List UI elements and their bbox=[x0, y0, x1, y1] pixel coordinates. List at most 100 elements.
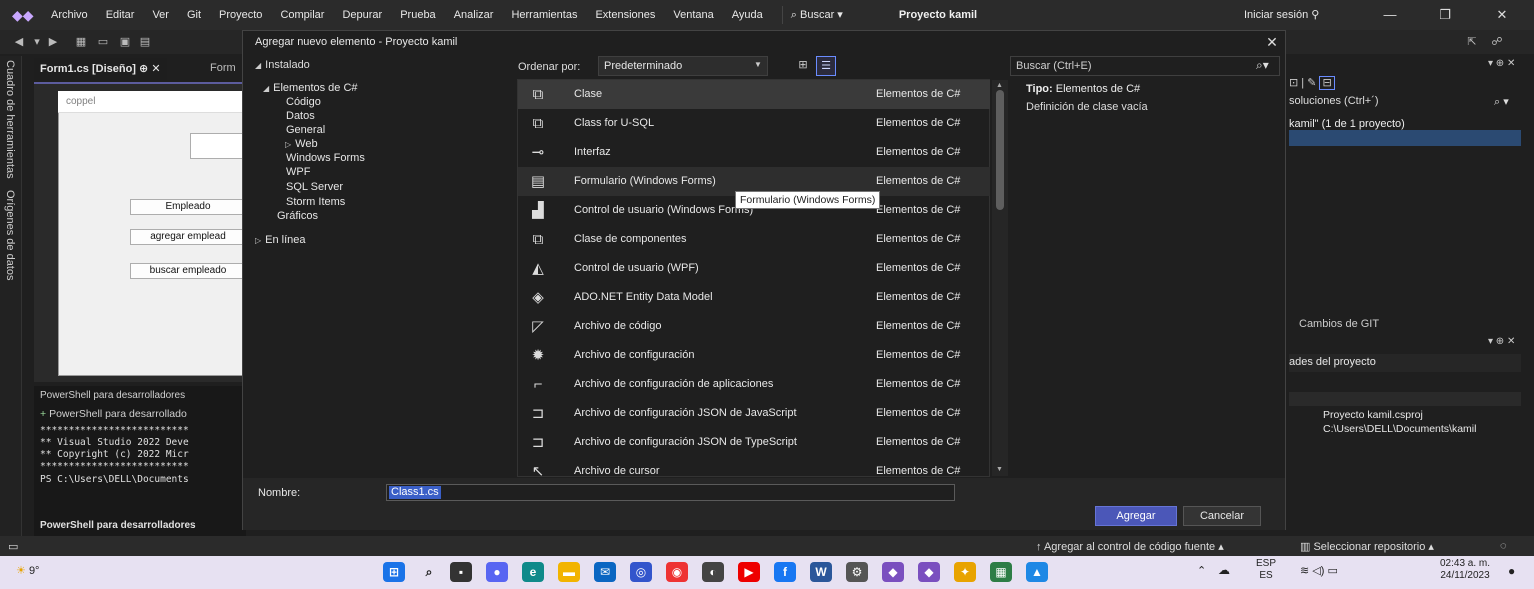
tree-item-codigo[interactable]: Código bbox=[286, 96, 321, 108]
sign-in-link[interactable]: Iniciar sesión ⚲ bbox=[1244, 0, 1319, 30]
onedrive-icon[interactable]: ☁ bbox=[1218, 564, 1230, 576]
word-icon[interactable]: W bbox=[810, 562, 832, 582]
template-row[interactable]: ◈ ADO.NET Entity Data Model Elementos de C… bbox=[518, 283, 990, 312]
notification-bell-icon[interactable]: ● bbox=[1508, 565, 1515, 577]
add-button[interactable]: Agregar bbox=[1095, 506, 1177, 526]
menu-depurar[interactable]: Depurar bbox=[333, 0, 391, 30]
wifi-icon[interactable]: ≋ ◁) ▭ bbox=[1300, 565, 1338, 577]
tree-item-web[interactable]: ▷ Web bbox=[285, 138, 318, 150]
search-icon[interactable]: ⌕ bbox=[418, 562, 440, 582]
template-row[interactable]: ✹ Archivo de configuración Elementos de C# bbox=[518, 341, 990, 370]
clock[interactable]: 02:43 a. m. 24/11/2023 bbox=[1440, 558, 1490, 582]
dialog-close-button[interactable]: ✕ bbox=[1261, 31, 1283, 53]
tab-git-changes[interactable]: Cambios de GIT bbox=[1299, 318, 1379, 330]
feedback-icon[interactable]: ☍ bbox=[1490, 35, 1504, 49]
tray-chevron-icon[interactable]: ⌃ bbox=[1197, 565, 1206, 577]
app2-icon[interactable]: ✦ bbox=[954, 562, 976, 582]
menu-analizar[interactable]: Analizar bbox=[445, 0, 503, 30]
tree-item-wpf[interactable]: WPF bbox=[286, 166, 310, 178]
select-repository-button[interactable]: ▥ Seleccionar repositorio ▴ bbox=[1300, 540, 1434, 553]
add-to-source-control-button[interactable]: ↑ Agregar al control de código fuente ▴ bbox=[1036, 540, 1224, 553]
menu-extensiones[interactable]: Extensiones bbox=[586, 0, 664, 30]
windows-start-icon[interactable]: ⊞ bbox=[383, 562, 405, 582]
empleado-button[interactable]: Empleado bbox=[130, 199, 246, 215]
task-view-icon[interactable]: ▪ bbox=[450, 562, 472, 582]
cancel-button[interactable]: Cancelar bbox=[1183, 506, 1261, 526]
scroll-down-icon[interactable]: ▼ bbox=[996, 466, 1003, 473]
sort-dropdown[interactable]: Predeterminado bbox=[598, 56, 768, 76]
buscar-empleado-button[interactable]: buscar empleado bbox=[130, 263, 246, 279]
panel-controls-icon[interactable]: ▾ ⊕ ✕ bbox=[1488, 336, 1515, 347]
form-textbox[interactable] bbox=[190, 133, 246, 159]
menu-compilar[interactable]: Compilar bbox=[271, 0, 333, 30]
minimize-window-button[interactable]: — bbox=[1370, 0, 1410, 30]
chat-icon[interactable]: ● bbox=[486, 562, 508, 582]
scrollbar-thumb[interactable] bbox=[996, 90, 1004, 210]
menu-ventana[interactable]: Ventana bbox=[664, 0, 722, 30]
template-row[interactable]: ⧉ Clase Elementos de C# bbox=[518, 80, 990, 109]
wrench-icon[interactable]: ✎ bbox=[1307, 77, 1316, 89]
tree-item-graficos[interactable]: Gráficos bbox=[277, 210, 318, 222]
photos-icon[interactable]: ▲ bbox=[1026, 562, 1048, 582]
menu-ayuda[interactable]: Ayuda bbox=[723, 0, 772, 30]
menu-search-button[interactable]: ⌕ Buscar ▾ bbox=[781, 6, 851, 24]
panel-controls-icon[interactable]: ▾ ⊕ ✕ bbox=[1488, 58, 1515, 69]
youtube-icon[interactable]: ▶ bbox=[738, 562, 760, 582]
language-indicator[interactable]: ESP ES bbox=[1256, 558, 1276, 582]
template-row[interactable]: ◭ Control de usuario (WPF) Elementos de C# bbox=[518, 254, 990, 283]
name-input[interactable]: Class1.cs bbox=[386, 484, 955, 501]
tree-item-windows-forms[interactable]: Windows Forms bbox=[286, 152, 365, 164]
new-project-icon[interactable]: ▦ bbox=[74, 35, 88, 49]
notifications-icon[interactable]: ▭ bbox=[8, 540, 18, 553]
close-tab-icon[interactable]: ✕ bbox=[151, 63, 160, 75]
back-icon[interactable]: ◀ bbox=[12, 35, 26, 49]
menu-prueba[interactable]: Prueba bbox=[391, 0, 444, 30]
list-view-button[interactable]: ☰ bbox=[816, 56, 836, 76]
template-row[interactable]: ⊐ Archivo de configuración JSON de JavaSc… bbox=[518, 399, 990, 428]
menu-editar[interactable]: Editar bbox=[97, 0, 144, 30]
terminal-prompt[interactable]: PS C:\Users\DELL\Documents bbox=[40, 474, 189, 485]
properties-icon[interactable]: ⊟ bbox=[1319, 76, 1335, 90]
visual-studio-icon[interactable]: ◆ bbox=[882, 562, 904, 582]
menu-archivo[interactable]: Archivo bbox=[42, 0, 97, 30]
tree-item-general[interactable]: General bbox=[286, 124, 325, 136]
live-share-icon[interactable]: ⇱ bbox=[1465, 35, 1479, 49]
template-row[interactable]: ⧉ Class for U-SQL Elementos de C# bbox=[518, 109, 990, 138]
template-row[interactable]: ⊸ Interfaz Elementos de C# bbox=[518, 138, 990, 167]
visual-studio-2-icon[interactable]: ◆ bbox=[918, 562, 940, 582]
template-row[interactable]: ⊐ Archivo de configuración JSON de TypeSc… bbox=[518, 428, 990, 457]
dropdown-icon[interactable]: ▾ bbox=[30, 35, 44, 49]
solution-root[interactable]: kamil" (1 de 1 proyecto) bbox=[1289, 118, 1405, 130]
template-row[interactable]: ◸ Archivo de código Elementos de C# bbox=[518, 312, 990, 341]
settings-icon[interactable]: ⚙ bbox=[846, 562, 868, 582]
github-icon[interactable]: ◐ bbox=[702, 562, 724, 582]
facebook-icon[interactable]: f bbox=[774, 562, 796, 582]
template-row[interactable]: ⧉ Clase de componentes Elementos de C# bbox=[518, 225, 990, 254]
menu-proyecto[interactable]: Proyecto bbox=[210, 0, 271, 30]
template-search-input[interactable]: Buscar (Ctrl+E) bbox=[1010, 56, 1280, 76]
tree-item-online[interactable]: ▷ En línea bbox=[255, 234, 306, 246]
forward-icon[interactable]: ▶ bbox=[46, 35, 60, 49]
tree-item-storm-items[interactable]: Storm Items bbox=[286, 196, 345, 208]
file-explorer-icon[interactable]: ▬ bbox=[558, 562, 580, 582]
small-icons-view-button[interactable]: ⊞ bbox=[793, 56, 813, 76]
search-icon[interactable]: ⌕▾ bbox=[1256, 58, 1269, 73]
save-icon[interactable]: ▣ bbox=[118, 35, 132, 49]
agregar-empleado-button[interactable]: agregar emplead bbox=[130, 229, 246, 245]
mail-icon[interactable]: ✉ bbox=[594, 562, 616, 582]
weather-widget[interactable]: ☀ 9° bbox=[16, 565, 39, 577]
template-row[interactable]: ⌐ Archivo de configuración de aplicacione… bbox=[518, 370, 990, 399]
sync-icon[interactable]: ⊡ bbox=[1289, 77, 1298, 89]
list-scrollbar[interactable]: ▲ ▼ bbox=[992, 80, 1008, 476]
selected-project-row[interactable] bbox=[1289, 130, 1521, 146]
menu-herramientas[interactable]: Herramientas bbox=[502, 0, 586, 30]
new-terminal-button[interactable]: + PowerShell para desarrollado bbox=[40, 408, 187, 420]
toolbox-tab[interactable]: Cuadro de herramientas bbox=[4, 60, 16, 179]
tree-installed-header[interactable]: ◢ Instalado bbox=[255, 59, 310, 71]
pin-icon[interactable]: ⊕ bbox=[139, 63, 148, 75]
app3-icon[interactable]: ▦ bbox=[990, 562, 1012, 582]
solution-search-field[interactable]: soluciones (Ctrl+´) ⌕ ▾ bbox=[1289, 95, 1521, 108]
menu-git[interactable]: Git bbox=[178, 0, 210, 30]
tab-form-code[interactable]: Form bbox=[206, 58, 240, 80]
bell-icon[interactable]: ◌ bbox=[1500, 540, 1507, 552]
